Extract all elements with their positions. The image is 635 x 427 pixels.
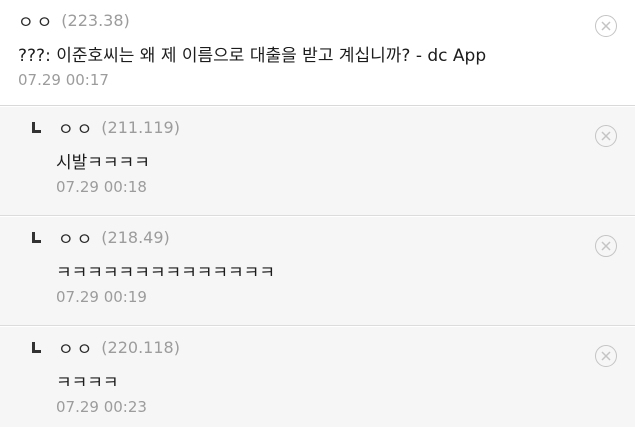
reply-header: ㅇㅇ (220.118) xyxy=(32,335,180,360)
reply-nickname[interactable]: ㅇㅇ xyxy=(58,335,95,360)
comment-ip: (223.38) xyxy=(61,10,130,30)
reply-nickname[interactable]: ㅇㅇ xyxy=(58,115,95,140)
reply-date: 07.29 00:23 xyxy=(56,398,147,416)
delete-reply-button[interactable] xyxy=(595,235,617,257)
comment-date: 07.29 00:17 xyxy=(18,71,109,89)
reply-arrow-icon xyxy=(32,232,41,243)
reply-item: ㅇㅇ (218.49) ㅋㅋㅋㅋㅋㅋㅋㅋㅋㅋㅋㅋㅋㅋ 07.29 00:19 xyxy=(0,217,635,326)
reply-ip: (218.49) xyxy=(101,227,170,247)
comment-text: ???: 이준호씨는 왜 제 이름으로 대출을 받고 계십니까? - dc Ap… xyxy=(18,46,487,66)
comment-nickname[interactable]: ㅇㅇ xyxy=(18,8,55,33)
reply-ip: (220.118) xyxy=(101,337,180,357)
close-circle-icon xyxy=(601,241,611,251)
reply-arrow-icon xyxy=(32,122,41,133)
reply-ip: (211.119) xyxy=(101,117,180,137)
reply-date: 07.29 00:19 xyxy=(56,288,147,306)
reply-date: 07.29 00:18 xyxy=(56,178,147,196)
reply-text: ㅋㅋㅋㅋㅋㅋㅋㅋㅋㅋㅋㅋㅋㅋ xyxy=(56,263,275,283)
reply-item: ㅇㅇ (211.119) 시발ㅋㅋㅋㅋ 07.29 00:18 xyxy=(0,107,635,216)
reply-arrow-icon xyxy=(32,342,41,353)
reply-nickname[interactable]: ㅇㅇ xyxy=(58,225,95,250)
close-circle-icon xyxy=(601,131,611,141)
delete-reply-button[interactable] xyxy=(595,345,617,367)
delete-reply-button[interactable] xyxy=(595,125,617,147)
reply-header: ㅇㅇ (211.119) xyxy=(32,115,180,140)
comment-thread: ㅇㅇ (223.38) ???: 이준호씨는 왜 제 이름으로 대출을 받고 계… xyxy=(0,0,635,427)
close-circle-icon xyxy=(601,351,611,361)
comment-header: ㅇㅇ (223.38) xyxy=(18,8,130,33)
reply-text: ㅋㅋㅋㅋ xyxy=(56,373,119,393)
delete-comment-button[interactable] xyxy=(595,15,617,37)
close-circle-icon xyxy=(601,21,611,31)
reply-item: ㅇㅇ (220.118) ㅋㅋㅋㅋ 07.29 00:23 xyxy=(0,327,635,427)
comment-item: ㅇㅇ (223.38) ???: 이준호씨는 왜 제 이름으로 대출을 받고 계… xyxy=(0,0,635,106)
reply-text: 시발ㅋㅋㅋㅋ xyxy=(56,153,150,173)
reply-header: ㅇㅇ (218.49) xyxy=(32,225,170,250)
